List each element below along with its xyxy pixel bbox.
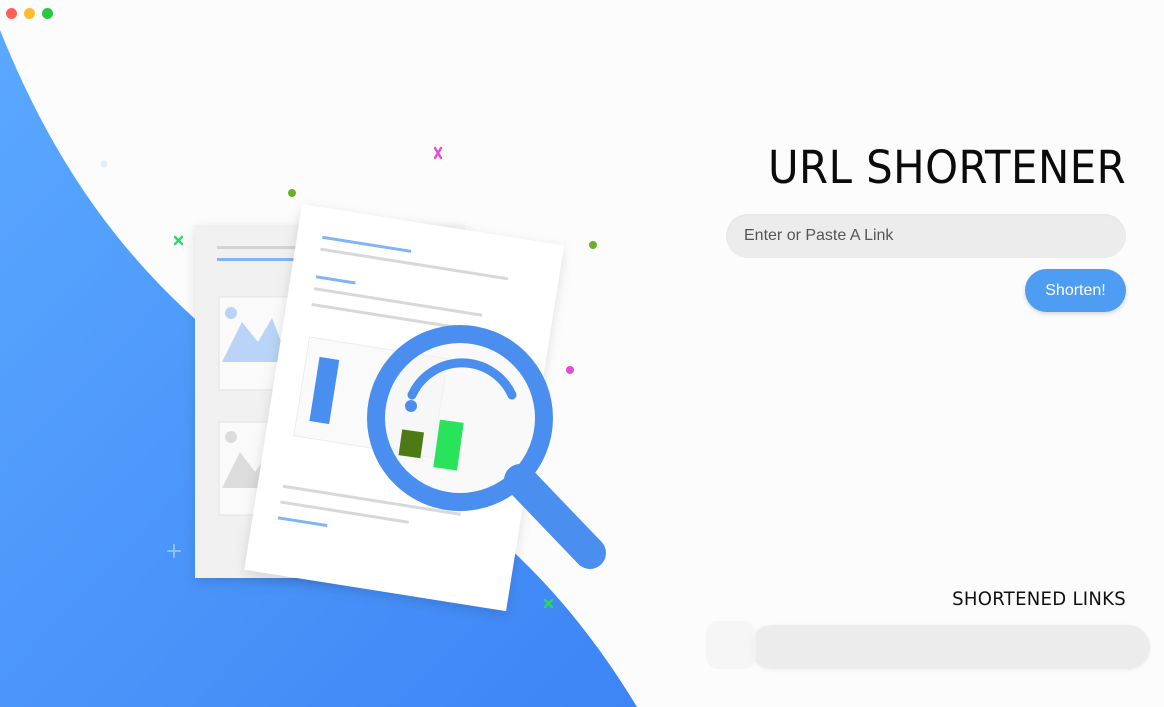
close-window-button[interactable] xyxy=(6,8,17,19)
window-controls xyxy=(6,8,53,19)
hero-illustration xyxy=(0,30,637,707)
maximize-window-button[interactable] xyxy=(42,8,53,19)
url-input[interactable] xyxy=(726,214,1126,258)
page-title: URL SHORTENER xyxy=(767,141,1126,194)
shortened-links-list xyxy=(706,621,1150,669)
shorten-button[interactable]: Shorten! xyxy=(1025,269,1126,312)
minimize-window-button[interactable] xyxy=(24,8,35,19)
shortened-links-heading: SHORTENED LINKS xyxy=(952,588,1126,610)
